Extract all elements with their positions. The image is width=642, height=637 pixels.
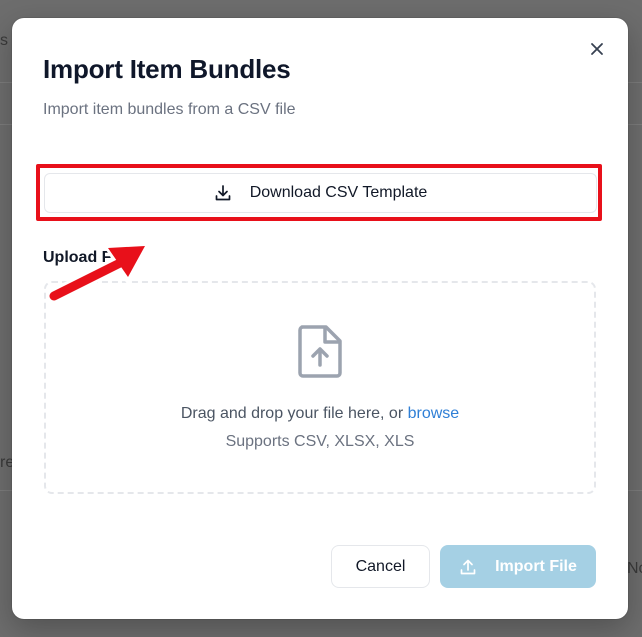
close-button[interactable]	[586, 38, 608, 60]
dropzone-instructions: Drag and drop your file here, or browse	[181, 405, 459, 423]
download-button-label: Download CSV Template	[249, 184, 428, 201]
dropzone-text: Drag and drop your file here, or	[180, 405, 404, 422]
file-upload-icon	[298, 325, 342, 378]
close-icon	[591, 43, 603, 55]
cancel-button[interactable]: Cancel	[331, 545, 430, 588]
download-icon	[215, 185, 231, 201]
background-text: No	[627, 560, 642, 577]
upload-icon	[460, 559, 476, 574]
background-text: s	[0, 32, 8, 49]
import-button-label: Import File	[495, 557, 577, 575]
download-csv-template-button[interactable]: Download CSV Template	[44, 173, 597, 213]
import-dialog: Import Item Bundles Import item bundles …	[12, 18, 628, 619]
dialog-subtitle: Import item bundles from a CSV file	[43, 101, 296, 118]
dialog-title: Import Item Bundles	[43, 54, 291, 84]
import-file-button[interactable]: Import File	[440, 545, 596, 588]
supported-formats: Supports CSV, XLSX, XLS	[225, 433, 415, 450]
upload-file-label: Upload File	[43, 249, 130, 266]
browse-link[interactable]: browse	[408, 405, 460, 422]
file-dropzone[interactable]: Drag and drop your file here, or browse …	[44, 281, 596, 494]
